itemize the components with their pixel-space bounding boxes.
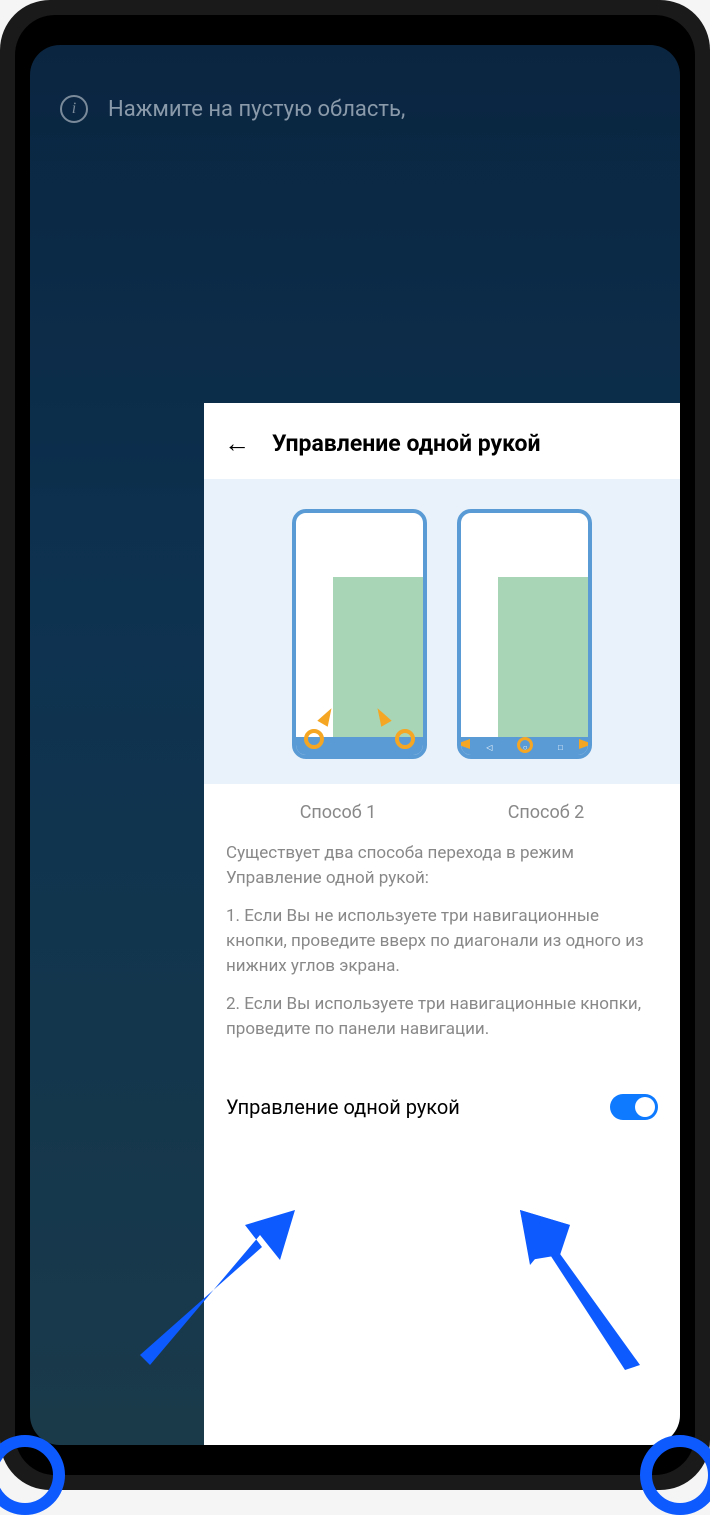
intro-text: Существует два способа перехода в режим … xyxy=(226,841,658,890)
nav-recent-icon: □ xyxy=(558,743,563,752)
demo-method-1 xyxy=(292,509,427,759)
info-icon: i xyxy=(60,95,88,123)
demo-inner-screen xyxy=(498,577,588,737)
panel-title: Управление одной рукой xyxy=(272,430,541,457)
demo-method-2: ◁ ○ □ xyxy=(457,509,592,759)
tutorial-circle-right-icon xyxy=(640,1435,710,1515)
touch-indicator-icon xyxy=(517,737,533,753)
hint-text: Нажмите на пустую область, xyxy=(108,97,405,122)
method-2-label: Способ 2 xyxy=(508,802,585,823)
illustration-area: ◁ ○ □ xyxy=(204,479,680,784)
phone-inner: i Нажмите на пустую область, ← Управлени… xyxy=(15,15,695,1475)
tutorial-arrow-left-icon xyxy=(140,1205,300,1375)
swipe-right-arrow-icon xyxy=(579,739,592,749)
phone-screen[interactable]: i Нажмите на пустую область, ← Управлени… xyxy=(30,45,680,1445)
description: Существует два способа перехода в режим … xyxy=(204,835,680,1061)
step-1-text: 1. Если Вы не используете три навигацион… xyxy=(226,904,658,978)
hint-bar: i Нажмите на пустую область, xyxy=(30,45,680,143)
swipe-left-arrow-icon xyxy=(457,739,470,749)
toggle-row: Управление одной рукой xyxy=(204,1069,680,1145)
method-1-label: Способ 1 xyxy=(300,802,377,823)
panel-header: ← Управление одной рукой xyxy=(204,403,680,479)
phone-frame: i Нажмите на пустую область, ← Управлени… xyxy=(0,0,710,1490)
one-hand-toggle[interactable] xyxy=(610,1094,658,1120)
tutorial-arrow-right-icon xyxy=(510,1205,650,1375)
nav-back-icon: ◁ xyxy=(486,743,492,752)
back-arrow-icon[interactable]: ← xyxy=(224,428,250,459)
touch-indicator-icon xyxy=(304,729,324,749)
step-2-text: 2. Если Вы используете три навигационные… xyxy=(226,992,658,1041)
toggle-label: Управление одной рукой xyxy=(226,1095,460,1119)
method-labels: Способ 1 Способ 2 xyxy=(204,784,680,835)
touch-indicator-icon xyxy=(395,729,415,749)
